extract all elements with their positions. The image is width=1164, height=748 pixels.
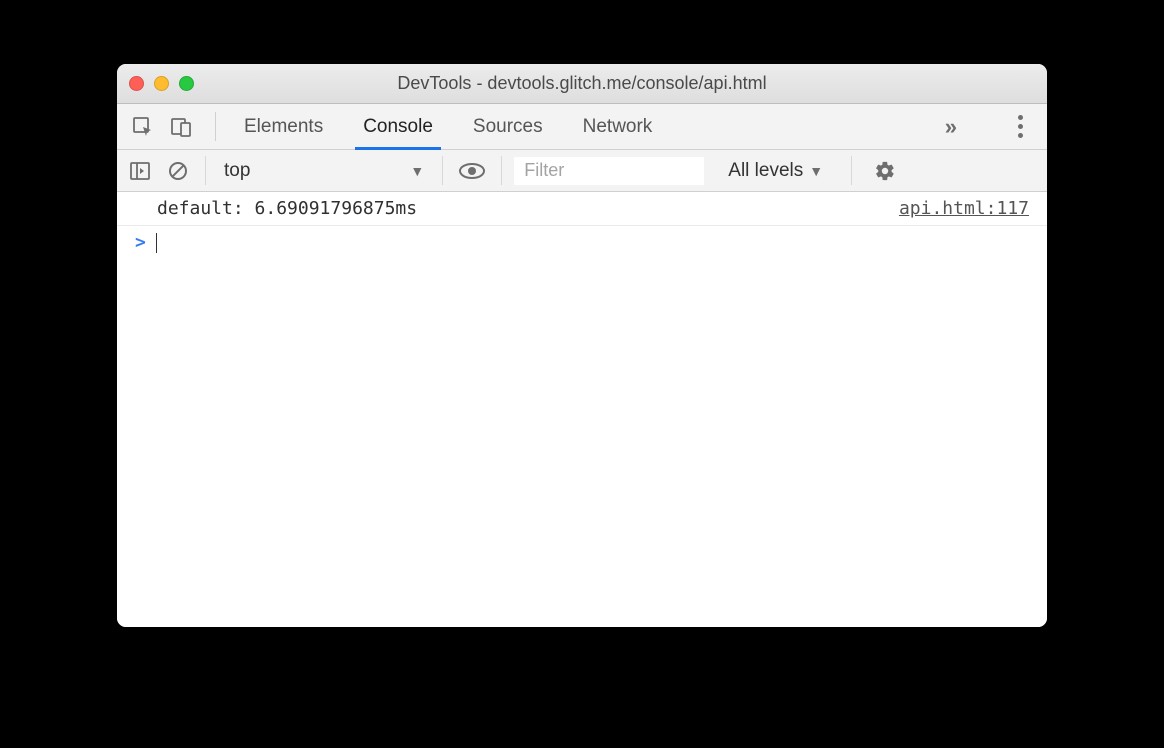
tab-label: Sources xyxy=(473,116,543,138)
log-source-link[interactable]: api.html:117 xyxy=(899,198,1029,219)
console-settings-icon[interactable] xyxy=(864,160,906,182)
device-toolbar-icon[interactable] xyxy=(165,111,197,143)
zoom-window-button[interactable] xyxy=(179,76,194,91)
divider xyxy=(442,156,443,185)
divider xyxy=(851,156,852,185)
chevron-down-icon: ▼ xyxy=(410,163,424,179)
minimize-window-button[interactable] xyxy=(154,76,169,91)
window-titlebar: DevTools - devtools.glitch.me/console/ap… xyxy=(117,64,1047,104)
chevron-down-icon: ▼ xyxy=(809,163,823,179)
tab-elements[interactable]: Elements xyxy=(224,104,343,149)
tabstrip-right: » xyxy=(923,104,1047,149)
tabstrip-left-icons xyxy=(117,104,207,149)
console-toolbar: top ▼ All levels ▼ xyxy=(117,150,1047,192)
prompt-caret-icon: > xyxy=(135,232,146,253)
window-title: DevTools - devtools.glitch.me/console/ap… xyxy=(117,73,1047,94)
inspect-element-icon[interactable] xyxy=(127,111,159,143)
clear-console-icon[interactable] xyxy=(163,156,193,186)
context-label: top xyxy=(224,160,250,182)
close-window-button[interactable] xyxy=(129,76,144,91)
panel-tabs: Elements Console Sources Network xyxy=(224,104,672,149)
filter-input[interactable] xyxy=(514,157,704,185)
live-expression-icon[interactable] xyxy=(455,157,489,185)
devtools-window: DevTools - devtools.glitch.me/console/ap… xyxy=(117,64,1047,627)
tab-label: Console xyxy=(363,116,433,138)
toggle-sidebar-icon[interactable] xyxy=(125,156,155,186)
text-cursor xyxy=(156,233,158,253)
log-message: default: 6.69091796875ms xyxy=(157,198,417,219)
devtools-tabstrip: Elements Console Sources Network » xyxy=(117,104,1047,150)
tab-label: Elements xyxy=(244,116,323,138)
log-level-selector[interactable]: All levels ▼ xyxy=(712,160,839,182)
more-tabs-icon[interactable]: » xyxy=(933,114,983,140)
divider xyxy=(215,112,216,141)
levels-label: All levels xyxy=(728,160,803,182)
tab-console[interactable]: Console xyxy=(343,104,453,149)
execution-context-selector[interactable]: top ▼ xyxy=(218,160,430,182)
tab-label: Network xyxy=(583,116,653,138)
settings-menu-icon[interactable] xyxy=(1004,115,1037,138)
tab-network[interactable]: Network xyxy=(563,104,673,149)
divider xyxy=(205,156,206,185)
console-output: default: 6.69091796875ms api.html:117 > xyxy=(117,192,1047,627)
tab-sources[interactable]: Sources xyxy=(453,104,563,149)
console-prompt[interactable]: > xyxy=(117,226,1047,259)
divider xyxy=(501,156,502,185)
traffic-lights xyxy=(129,76,194,91)
console-log-row: default: 6.69091796875ms api.html:117 xyxy=(117,192,1047,226)
